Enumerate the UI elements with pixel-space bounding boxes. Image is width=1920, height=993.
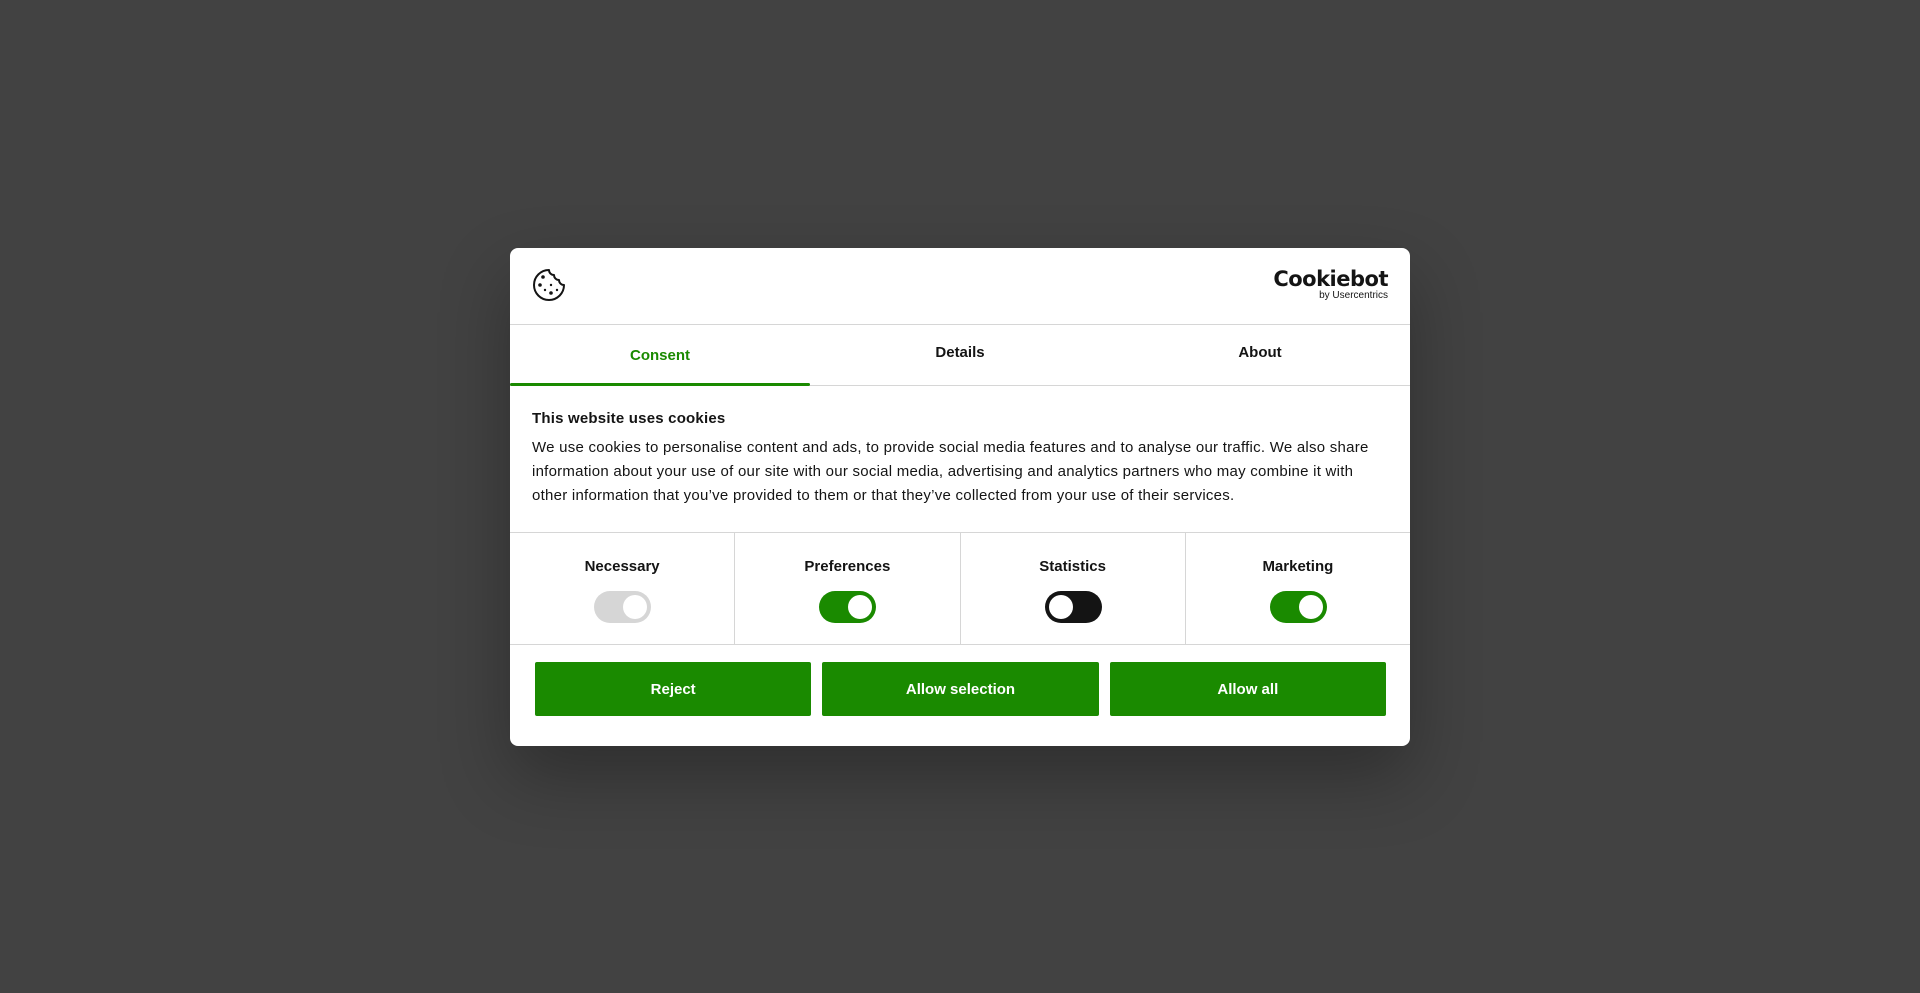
tab-consent[interactable]: Consent [510,325,810,386]
toggle-knob [848,595,873,619]
tab-details-label: Details [935,344,985,361]
category-statistics: Statistics [961,533,1186,644]
brand-name: Cookiebot [1273,267,1388,291]
consent-title: This website uses cookies [532,410,726,427]
dialog-header: Cookiebot by Usercentrics [510,248,1410,325]
toggle-knob [1048,595,1073,619]
statistics-toggle[interactable] [1044,591,1102,623]
category-marketing: Marketing [1186,533,1410,644]
category-preferences: Preferences [735,533,961,644]
cookie-icon [533,269,565,301]
action-buttons: Reject Allow selection Allow all [510,645,1410,716]
toggle-knob [623,595,648,619]
category-necessary-label: Necessary [584,558,660,575]
category-statistics-label: Statistics [1039,558,1106,575]
allow-all-button[interactable]: Allow all [1109,662,1386,716]
tab-about[interactable]: About [1110,325,1410,385]
category-necessary: Necessary [510,533,736,644]
category-toggles: Necessary Preferences Statistics Marketi… [510,532,1410,645]
brand-subtitle: by Usercentrics [1319,290,1388,301]
reject-button[interactable]: Reject [535,662,812,716]
preferences-toggle[interactable] [819,591,877,623]
tab-bar: Consent Details About [510,325,1410,386]
cookiebot-logo: Cookiebot by Usercentrics [1273,268,1388,301]
marketing-toggle[interactable] [1269,591,1327,623]
tab-about-label: About [1238,344,1282,361]
consent-text: We use cookies to personalise content an… [532,439,1369,504]
tab-consent-label: Consent [630,347,690,364]
category-marketing-label: Marketing [1262,558,1334,575]
category-preferences-label: Preferences [804,558,891,575]
tab-details[interactable]: Details [810,325,1110,385]
cookie-consent-dialog: Cookiebot by Usercentrics Consent Detail… [510,248,1410,746]
toggle-knob [1298,595,1323,619]
consent-body: This website uses cookies We use cookies… [510,386,1410,532]
necessary-toggle[interactable] [594,591,652,623]
allow-selection-button[interactable]: Allow selection [822,662,1099,716]
